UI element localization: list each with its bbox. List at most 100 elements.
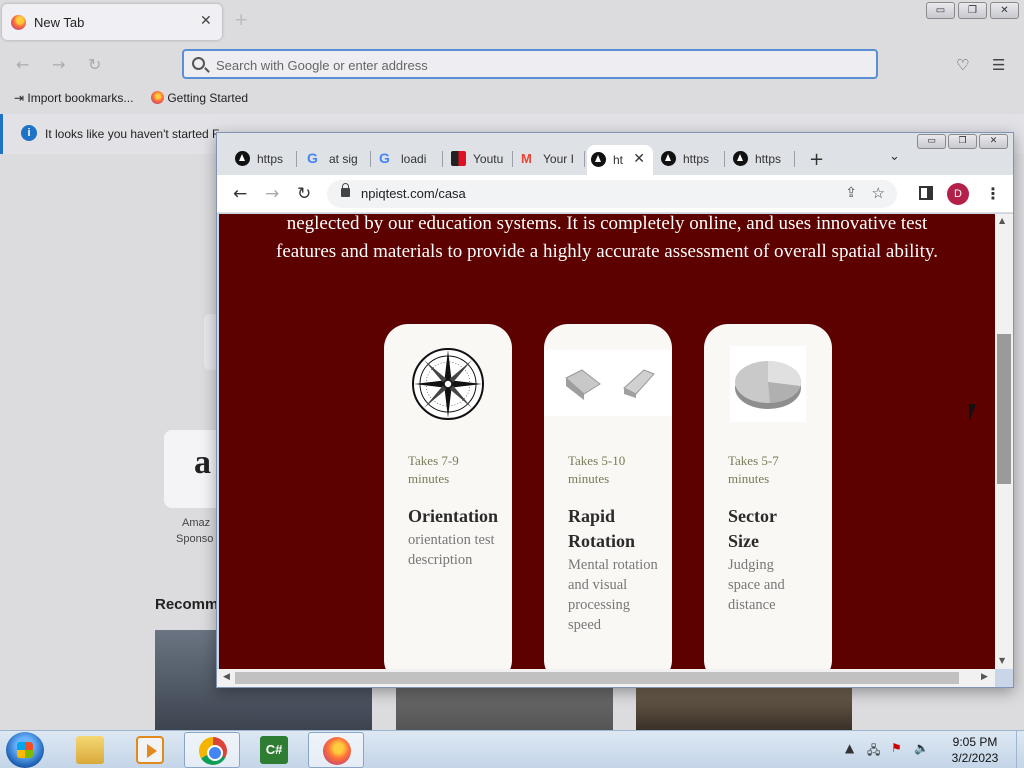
chrome-tab-label: ht — [613, 153, 624, 167]
scroll-up-arrow-icon[interactable]: ▲ — [999, 216, 1005, 225]
intro-text: neglected by our education systems. It i… — [219, 214, 995, 266]
volume-icon[interactable]: 🔈 — [914, 741, 929, 755]
system-clock[interactable]: 9:05 PM 3/2/2023 — [940, 734, 1010, 766]
chrome-address-bar[interactable]: npiqtest.com/casa ⇪ ☆ — [327, 180, 897, 208]
scrollbar-thumb[interactable] — [997, 334, 1011, 484]
pie-chart-icon — [730, 346, 806, 422]
restore-button[interactable]: ❐ — [948, 134, 977, 149]
scroll-right-arrow-icon[interactable]: ▶ — [981, 672, 988, 682]
chrome-tab[interactable]: https — [231, 145, 297, 173]
new-tab-icon[interactable]: + — [234, 10, 248, 30]
amazon-shortcut-tile[interactable]: a — [164, 430, 224, 508]
page-content: neglected by our education systems. It i… — [219, 214, 995, 669]
firefox-icon — [323, 737, 351, 765]
test-card-rapid-rotation[interactable]: Takes 5-10 minutes Rapid Rotation Mental… — [544, 324, 672, 669]
chrome-tab[interactable]: M Your I — [517, 145, 585, 173]
pocket-icon[interactable]: ♡ — [956, 56, 969, 74]
reload-icon[interactable]: ↻ — [88, 55, 101, 74]
back-arrow-icon[interactable]: ← — [233, 184, 247, 204]
firefox-window-controls: ▭ ❐ ✕ — [926, 2, 1019, 20]
chrome-tab-label: https — [755, 152, 782, 166]
triangle-logo-icon — [235, 151, 250, 166]
vertical-scrollbar[interactable]: ▲ ▼ — [995, 214, 1013, 669]
chrome-tab-active[interactable]: ht ✕ — [587, 145, 653, 175]
chrome-tab[interactable]: https — [729, 145, 795, 173]
test-name: Sector Size — [728, 506, 777, 551]
notification-message: It looks like you haven't started F — [45, 127, 220, 141]
chrome-tab[interactable]: Youtu — [447, 145, 513, 173]
close-button[interactable]: ✕ — [990, 2, 1019, 19]
bookmarks-toolbar: ⇥ Import bookmarks... Getting Started — [0, 86, 1024, 112]
horizontal-scrollbar[interactable]: ◀ ▶ — [217, 669, 995, 687]
action-center-icon[interactable]: ⚑ — [891, 741, 902, 755]
close-tab-icon[interactable]: ✕ — [633, 150, 645, 167]
close-button[interactable]: ✕ — [979, 134, 1008, 149]
tab-separator — [512, 151, 513, 167]
hamburger-menu-icon[interactable]: ☰ — [992, 56, 1005, 74]
taskbar-explorer[interactable] — [62, 732, 118, 768]
scroll-down-arrow-icon[interactable]: ▼ — [999, 656, 1005, 665]
scrollbar-thumb[interactable] — [235, 672, 959, 684]
minimize-button[interactable]: ▭ — [917, 134, 946, 149]
folder-icon — [76, 736, 104, 764]
chrome-tab-strip: https G at sig G loadi Youtu M Your I ht… — [217, 133, 1013, 175]
bookmark-star-icon[interactable]: ☆ — [872, 184, 885, 202]
taskbar-chrome[interactable] — [184, 732, 240, 768]
scroll-left-arrow-icon[interactable]: ◀ — [223, 672, 230, 682]
close-tab-icon[interactable]: ✕ — [200, 13, 212, 29]
taskbar-firefox[interactable] — [308, 732, 364, 768]
search-icon — [192, 57, 205, 70]
chrome-icon — [199, 737, 227, 765]
document-icon — [451, 151, 466, 166]
tab-separator — [724, 151, 725, 167]
triangle-logo-icon — [591, 152, 606, 167]
mouse-cursor-icon — [969, 404, 983, 422]
tile-label: Amaz — [182, 517, 211, 529]
profile-avatar[interactable]: D — [947, 183, 969, 205]
firefox-logo-icon — [151, 91, 164, 104]
chrome-tab-label: at sig — [329, 152, 358, 166]
reload-icon[interactable]: ↻ — [297, 184, 311, 204]
clock-time: 9:05 PM — [952, 735, 998, 749]
firefox-address-bar[interactable]: Search with Google or enter address — [182, 49, 878, 79]
chrome-toolbar: ← → ↻ npiqtest.com/casa ⇪ ☆ D ⋮ — [217, 175, 1013, 213]
start-button[interactable] — [6, 732, 44, 768]
forward-arrow-icon[interactable]: → — [265, 184, 279, 204]
firefox-tab-title: New Tab — [34, 15, 85, 30]
chrome-tab[interactable]: G at sig — [303, 145, 371, 173]
back-arrow-icon[interactable]: ← — [16, 55, 29, 74]
tab-separator — [794, 151, 795, 167]
new-tab-icon[interactable]: + — [809, 149, 824, 170]
test-card-sector-size[interactable]: Takes 5-7 minutes Sector Size Judging sp… — [704, 324, 832, 669]
taskbar-media-player[interactable] — [122, 732, 178, 768]
restore-button[interactable]: ❐ — [958, 2, 987, 19]
test-description: Mental rotation and visual processing sp… — [568, 557, 658, 633]
test-card-orientation[interactable]: Takes 7-9 minutes Orientation orientatio… — [384, 324, 512, 669]
import-bookmarks-link[interactable]: ⇥ Import bookmarks... — [14, 91, 133, 105]
side-panel-icon[interactable] — [919, 186, 933, 200]
firefox-tab-bar: New Tab ✕ + ▭ ❐ ✕ — [0, 0, 1024, 44]
chrome-tab[interactable]: G loadi — [375, 145, 443, 173]
firefox-tab-new-tab[interactable]: New Tab ✕ — [2, 4, 222, 40]
show-desktop-button[interactable] — [1016, 731, 1024, 768]
network-icon[interactable]: 🖧 — [867, 741, 880, 762]
kebab-menu-icon[interactable]: ⋮ — [985, 184, 1001, 203]
test-name: Rapid Rotation — [568, 506, 635, 551]
lock-icon[interactable] — [341, 183, 350, 197]
info-icon: i — [21, 125, 37, 141]
tray-expand-icon[interactable]: ▲ — [845, 741, 854, 755]
getting-started-link[interactable]: Getting Started — [151, 91, 248, 105]
tab-separator — [296, 151, 297, 167]
chrome-tab[interactable]: https — [657, 145, 725, 173]
minimize-button[interactable]: ▭ — [926, 2, 955, 19]
shortcut-tile[interactable] — [204, 314, 216, 370]
chevron-down-icon[interactable]: ⌄ — [889, 149, 900, 164]
tile-sponsored: Sponso — [176, 533, 214, 545]
address-placeholder: Search with Google or enter address — [216, 58, 428, 73]
share-icon[interactable]: ⇪ — [845, 185, 857, 201]
amazon-logo-icon: a — [194, 444, 211, 481]
test-duration: Takes 5-10 minutes — [568, 453, 626, 486]
forward-arrow-icon[interactable]: → — [52, 55, 65, 74]
taskbar-csharp[interactable]: C# — [246, 732, 302, 768]
intro-line: features and materials to provide a high… — [276, 241, 938, 262]
